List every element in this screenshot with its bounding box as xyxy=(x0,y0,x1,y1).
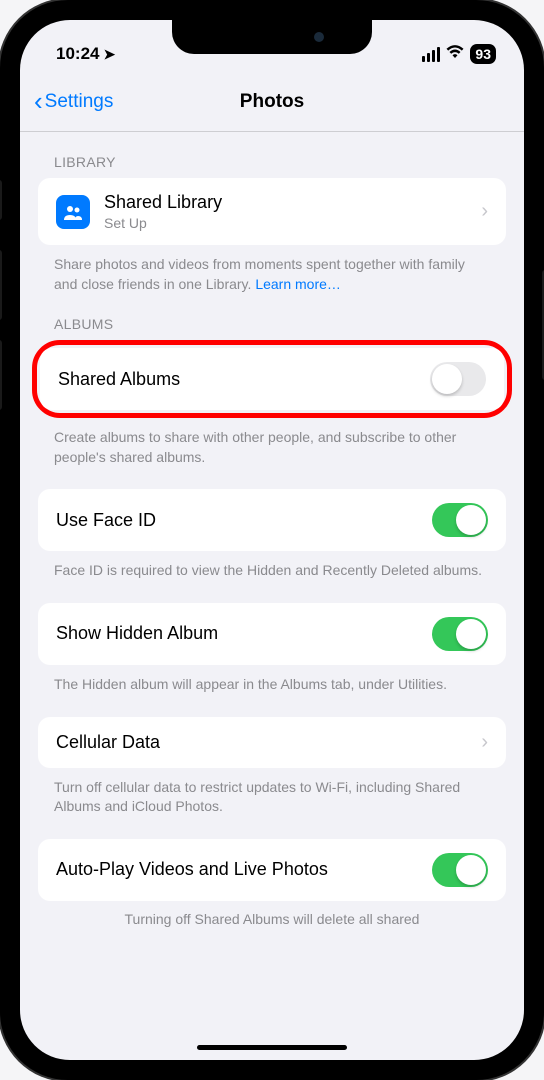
shared-library-row[interactable]: Shared Library Set Up › xyxy=(38,178,506,245)
cellular-data-row[interactable]: Cellular Data › xyxy=(38,717,506,768)
hidden-album-title: Show Hidden Album xyxy=(56,623,418,644)
shared-albums-toggle[interactable] xyxy=(430,362,486,396)
autoplay-footer: Turning off Shared Albums will delete al… xyxy=(20,901,524,927)
location-icon: ➤ xyxy=(103,46,115,63)
autoplay-row[interactable]: Auto-Play Videos and Live Photos xyxy=(38,839,506,901)
home-indicator[interactable] xyxy=(197,1045,347,1050)
hidden-album-footer: The Hidden album will appear in the Albu… xyxy=(20,665,524,695)
nav-bar: ‹ Settings Photos xyxy=(20,76,524,132)
face-id-toggle[interactable] xyxy=(432,503,488,537)
autoplay-title: Auto-Play Videos and Live Photos xyxy=(56,859,418,880)
section-header-albums: ALBUMS xyxy=(20,294,524,340)
back-button[interactable]: ‹ Settings xyxy=(34,86,113,117)
chevron-left-icon: ‹ xyxy=(34,86,43,117)
cellular-footer: Turn off cellular data to restrict updat… xyxy=(20,768,524,817)
screen: 10:24 ➤ 93 ‹ Settings Photos LIBR xyxy=(20,20,524,1060)
autoplay-toggle[interactable] xyxy=(432,853,488,887)
content-scroll[interactable]: LIBRARY Shared Library Set Up › Share ph… xyxy=(20,132,524,1060)
volume-down-button xyxy=(0,340,2,410)
face-id-title: Use Face ID xyxy=(56,510,418,531)
volume-up-button xyxy=(0,250,2,320)
shared-library-subtitle: Set Up xyxy=(104,215,467,231)
learn-more-link[interactable]: Learn more… xyxy=(255,276,341,292)
cellular-data-title: Cellular Data xyxy=(56,732,467,753)
shared-albums-title: Shared Albums xyxy=(58,369,416,390)
face-id-footer: Face ID is required to view the Hidden a… xyxy=(20,551,524,581)
back-label: Settings xyxy=(45,91,114,113)
page-title: Photos xyxy=(240,91,304,113)
face-id-row[interactable]: Use Face ID xyxy=(38,489,506,551)
chevron-right-icon: › xyxy=(481,731,488,754)
albums-footer: Create albums to share with other people… xyxy=(20,418,524,467)
library-footer: Share photos and videos from moments spe… xyxy=(20,245,524,294)
hidden-album-toggle[interactable] xyxy=(432,617,488,651)
shared-albums-row[interactable]: Shared Albums xyxy=(40,348,504,410)
status-time: 10:24 xyxy=(56,44,99,64)
wifi-icon xyxy=(446,45,464,64)
shared-library-title: Shared Library xyxy=(104,192,467,213)
chevron-right-icon: › xyxy=(481,200,488,223)
people-icon xyxy=(56,195,90,229)
section-header-library: LIBRARY xyxy=(20,132,524,178)
notch xyxy=(172,20,372,54)
battery-icon: 93 xyxy=(470,44,496,64)
signal-icon xyxy=(422,47,440,62)
mute-switch xyxy=(0,180,2,220)
highlight-annotation: Shared Albums xyxy=(32,340,512,418)
phone-frame: 10:24 ➤ 93 ‹ Settings Photos LIBR xyxy=(0,0,544,1080)
hidden-album-row[interactable]: Show Hidden Album xyxy=(38,603,506,665)
